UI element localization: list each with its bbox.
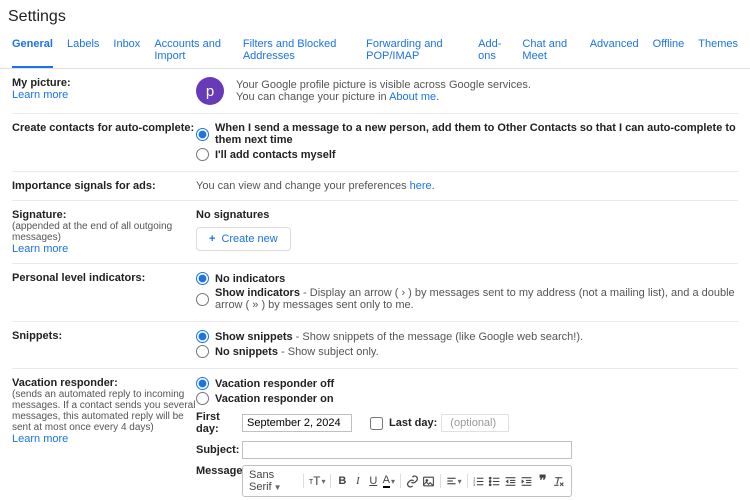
indent-less-icon[interactable] (504, 473, 517, 489)
no-snippets-label: No snippets - Show subject only. (215, 346, 379, 358)
ads-label: Importance signals for ads: (12, 180, 196, 192)
remove-format-icon[interactable] (552, 473, 565, 489)
subject-input[interactable] (242, 441, 572, 459)
tab-addons[interactable]: Add-ons (478, 34, 508, 68)
text-color-icon[interactable]: A▾ (383, 473, 396, 489)
vacation-sub: (sends an automated reply to incoming me… (12, 389, 196, 433)
last-day-placeholder[interactable]: (optional) (441, 414, 509, 432)
about-me-link[interactable]: About me (389, 91, 436, 103)
row-ads: Importance signals for ads: You can view… (12, 172, 738, 201)
no-signatures-text: No signatures (196, 209, 738, 221)
link-icon[interactable] (406, 473, 419, 489)
show-indicators-label: Show indicators - Display an arrow ( › )… (215, 287, 738, 311)
ads-text: You can view and change your preferences… (196, 180, 738, 192)
tab-inbox[interactable]: Inbox (113, 34, 140, 68)
vacation-learn-more[interactable]: Learn more (12, 433, 68, 445)
plus-icon: + (209, 233, 215, 245)
quote-icon[interactable]: ❞ (536, 473, 549, 489)
ads-here-link[interactable]: here (410, 180, 432, 192)
first-day-input[interactable] (242, 414, 352, 432)
vacation-off-label: Vacation responder off (215, 378, 334, 390)
numbered-list-icon[interactable]: 123 (472, 473, 485, 489)
indent-more-icon[interactable] (520, 473, 533, 489)
row-contacts: Create contacts for auto-complete: When … (12, 114, 738, 172)
last-day-label: Last day: (389, 417, 437, 429)
signature-sub: (appended at the end of all outgoing mes… (12, 221, 196, 243)
row-vacation: Vacation responder: (sends an automated … (12, 369, 738, 500)
row-signature: Signature: (appended at the end of all o… (12, 201, 738, 264)
underline-icon[interactable]: U (367, 473, 380, 489)
show-indicators-radio[interactable] (196, 293, 209, 306)
row-my-picture: My picture: Learn more p Your Google pro… (12, 69, 738, 114)
indicators-label: Personal level indicators: (12, 272, 196, 284)
tab-labels[interactable]: Labels (67, 34, 99, 68)
contacts-manual-radio[interactable] (196, 148, 209, 161)
contacts-auto-label: When I send a message to a new person, a… (215, 122, 738, 146)
message-label: Message: (196, 465, 242, 477)
bold-icon[interactable]: B (336, 473, 349, 489)
picture-line2: You can change your picture in About me. (236, 91, 531, 103)
bullet-list-icon[interactable] (488, 473, 501, 489)
page-title: Settings (0, 0, 750, 34)
signature-label: Signature: (12, 209, 196, 221)
snippets-label: Snippets: (12, 330, 196, 342)
first-day-label: First day: (196, 411, 242, 435)
font-size-icon[interactable]: тT▾ (309, 473, 325, 489)
vacation-off-radio[interactable] (196, 377, 209, 390)
tab-filters[interactable]: Filters and Blocked Addresses (243, 34, 352, 68)
vacation-on-label: Vacation responder on (215, 393, 334, 405)
image-icon[interactable] (422, 473, 435, 489)
create-new-label: Create new (221, 233, 277, 245)
last-day-checkbox[interactable] (370, 417, 383, 430)
picture-line1: Your Google profile picture is visible a… (236, 79, 531, 91)
no-indicators-label: No indicators (215, 273, 285, 285)
tab-themes[interactable]: Themes (698, 34, 738, 68)
show-snippets-radio[interactable] (196, 330, 209, 343)
avatar[interactable]: p (196, 77, 224, 105)
tab-offline[interactable]: Offline (653, 34, 685, 68)
settings-tabs: General Labels Inbox Accounts and Import… (0, 34, 750, 69)
show-snippets-label: Show snippets - Show snippets of the mes… (215, 331, 583, 343)
tab-accounts[interactable]: Accounts and Import (154, 34, 229, 68)
my-picture-label: My picture: (12, 77, 196, 89)
no-snippets-radio[interactable] (196, 345, 209, 358)
align-icon[interactable]: ▾ (446, 473, 462, 489)
contacts-manual-label: I'll add contacts myself (215, 149, 336, 161)
row-snippets: Snippets: Show snippets - Show snippets … (12, 322, 738, 369)
create-signature-button[interactable]: + Create new (196, 227, 291, 251)
editor-toolbar: Sans Serif▼ тT▾ B I U A▾ (242, 465, 572, 497)
tab-chat[interactable]: Chat and Meet (522, 34, 575, 68)
my-picture-learn-more[interactable]: Learn more (12, 89, 68, 101)
vacation-label: Vacation responder: (12, 377, 196, 389)
contacts-auto-radio[interactable] (196, 128, 209, 141)
vacation-on-radio[interactable] (196, 392, 209, 405)
row-indicators: Personal level indicators: No indicators… (12, 264, 738, 322)
italic-icon[interactable]: I (352, 473, 365, 489)
tab-general[interactable]: General (12, 34, 53, 68)
subject-label: Subject: (196, 444, 242, 456)
tab-forwarding[interactable]: Forwarding and POP/IMAP (366, 34, 464, 68)
tab-advanced[interactable]: Advanced (590, 34, 639, 68)
no-indicators-radio[interactable] (196, 272, 209, 285)
font-select[interactable]: Sans Serif▼ (249, 469, 298, 493)
signature-learn-more[interactable]: Learn more (12, 243, 68, 255)
svg-text:3: 3 (474, 482, 476, 486)
contacts-label: Create contacts for auto-complete: (12, 122, 196, 134)
